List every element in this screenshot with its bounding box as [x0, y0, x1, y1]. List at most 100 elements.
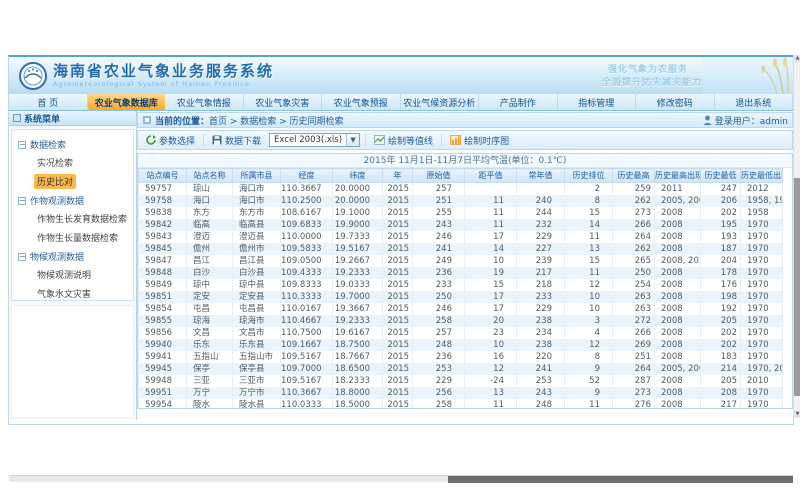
table-cell: 2015	[383, 315, 413, 327]
table-cell: 2008	[655, 327, 701, 339]
column-header[interactable]: 历史排位	[565, 169, 613, 183]
table-row[interactable]: 59838东方东方市108.616719.1000201525511244152…	[139, 207, 783, 219]
table-cell: 琼中县	[233, 279, 281, 291]
table-cell: 2	[565, 183, 613, 196]
column-header[interactable]: 站点编号	[139, 169, 187, 183]
tree-node[interactable]: −作物观测数据	[18, 194, 133, 207]
tree-leaf[interactable]: 物候观测说明	[34, 267, 94, 282]
table-row[interactable]: 59851定安定安县110.333319.7000201525017233102…	[139, 291, 783, 303]
table-row[interactable]: 59954陵水陵水县110.033318.5000201525811248112…	[139, 399, 783, 409]
export-format-select[interactable]: Excel 2003(.xls) ▼	[269, 133, 360, 147]
table-cell: 澄迈	[187, 231, 233, 243]
table-cell: 13	[465, 387, 517, 399]
collapse-icon[interactable]: −	[18, 141, 26, 149]
sidebar-empty-panel	[11, 305, 134, 418]
horizontal-scrollbar[interactable]	[9, 475, 793, 482]
table-row[interactable]: 59758海口海口市110.250020.0000201525111240826…	[139, 195, 783, 207]
collapse-icon[interactable]: −	[18, 253, 26, 261]
column-header[interactable]: 常年值	[517, 169, 565, 183]
table-cell: 2005, 2008	[655, 195, 701, 207]
table-row[interactable]: 59849琼中琼中县109.833319.0333201523315218122…	[139, 279, 783, 291]
table-row[interactable]: 59940乐东乐东县109.166718.7500201524810238122…	[139, 339, 783, 351]
table-row[interactable]: 59848白沙白沙县109.433319.2333201523619217112…	[139, 267, 783, 279]
app-window: 海南省农业气象业务服务系统 Agrometeorological System …	[8, 55, 794, 425]
banner: 海南省农业气象业务服务系统 Agrometeorological System …	[9, 57, 793, 94]
table-cell: 1970	[741, 243, 783, 255]
table-cell: 240	[517, 195, 565, 207]
column-header[interactable]: 历史最高出现年份	[655, 169, 701, 183]
table-row[interactable]: 59951万宁万宁市110.366718.8000201525613243927…	[139, 387, 783, 399]
tree-leaf[interactable]: 气象水文灾害	[34, 286, 94, 301]
breadcrumb[interactable]: 首页 > 数据检索 > 历史同期检索	[209, 114, 344, 127]
column-header[interactable]: 经度	[281, 169, 333, 183]
table-row[interactable]: 59855琼海琼海市110.466719.2333201525820238327…	[139, 315, 783, 327]
tree-node[interactable]: −物候观测数据	[18, 250, 133, 263]
table-cell: 2008	[655, 207, 701, 219]
horizontal-scrollbar-thumb[interactable]	[448, 476, 793, 483]
column-header[interactable]: 历史最低	[701, 169, 741, 183]
table-cell: 2015	[383, 219, 413, 231]
column-header[interactable]: 站点名称	[187, 169, 233, 183]
table-cell: 2008	[655, 375, 701, 387]
table-row[interactable]: 59948三亚三亚市109.516718.23332015229-2425352…	[139, 375, 783, 387]
table-cell: 2008	[655, 399, 701, 409]
scroll-down-arrow-icon[interactable]: ▼	[794, 411, 800, 418]
tree-leaf[interactable]: 实况检索	[34, 155, 76, 170]
table-cell: 儋州市	[233, 243, 281, 255]
table-row[interactable]: 59757琼山海口市110.366720.0000201525722592011…	[139, 183, 783, 196]
tree-node[interactable]: −数据检索	[18, 138, 133, 151]
table-cell: 258	[413, 315, 465, 327]
table-cell: 18.7500	[333, 339, 383, 351]
table-row[interactable]: 59941五指山五指山市109.516718.76672015236162208…	[139, 351, 783, 363]
scroll-up-arrow-icon[interactable]: ▲	[794, 55, 800, 62]
table-cell: 白沙	[187, 267, 233, 279]
table-cell: 2010	[741, 375, 783, 387]
vertical-scrollbar-thumb[interactable]	[794, 178, 800, 396]
table-cell: 23	[465, 327, 517, 339]
location-icon	[142, 115, 152, 125]
table-cell: 海口	[187, 195, 233, 207]
table-row[interactable]: 59843澄迈澄迈县110.000019.7333201524617229112…	[139, 231, 783, 243]
column-header[interactable]: 距平值	[465, 169, 517, 183]
nav-item[interactable]: 农业气候资源分析	[401, 94, 480, 110]
table-cell: 110.3333	[281, 291, 333, 303]
nav-item[interactable]: 修改密码	[636, 94, 715, 110]
column-header[interactable]: 原始值	[413, 169, 465, 183]
data-download-button[interactable]: 数据下载	[209, 132, 264, 149]
column-header[interactable]: 历史最高	[613, 169, 655, 183]
table-cell: 1970, 2000	[741, 363, 783, 375]
breadcrumb-label: 当前的位置：	[155, 114, 209, 127]
column-header[interactable]: 历史最低出现年份	[741, 169, 783, 183]
results-table: 站点编号站点名称所属市县经度纬度年原始值距平值常年值历史排位历史最高历史最高出现…	[138, 168, 783, 409]
table-row[interactable]: 59856文昌文昌市110.750019.6167201525723234426…	[139, 327, 783, 339]
nav-item[interactable]: 农业气象数据库	[88, 94, 166, 110]
table-cell: 3	[565, 315, 613, 327]
table-row[interactable]: 59854屯昌屯昌县110.016719.3667201524617229102…	[139, 303, 783, 315]
table-cell: 1970	[741, 327, 783, 339]
table-cell: 15	[565, 255, 613, 267]
vertical-scrollbar[interactable]: ▲ ▼	[793, 55, 800, 418]
table-row[interactable]: 59842临高临高县109.683319.9000201524311232142…	[139, 219, 783, 231]
param-select-button[interactable]: 参数选择	[143, 132, 198, 149]
column-header[interactable]: 纬度	[333, 169, 383, 183]
nav-item[interactable]: 指标管理	[558, 94, 637, 110]
table-cell: 234	[517, 327, 565, 339]
column-header[interactable]: 年	[383, 169, 413, 183]
nav-item[interactable]: 退出系统	[715, 94, 794, 110]
table-row[interactable]: 59845儋州儋州市109.583319.5167201524114227132…	[139, 243, 783, 255]
tree-leaf[interactable]: 作物生长发育数据检索	[34, 211, 130, 226]
draw-isoline-button[interactable]: 绘制等值线	[371, 132, 436, 149]
nav-item[interactable]: 农业气象灾害	[244, 94, 323, 110]
nav-item[interactable]: 农业气象情报	[165, 94, 244, 110]
draw-timeseries-button[interactable]: 绘制时序图	[447, 132, 512, 149]
nav-item[interactable]: 产品制作	[479, 94, 558, 110]
table-cell: 195	[701, 219, 741, 231]
table-row[interactable]: 59945保亭保亭县109.700018.6500201525312241926…	[139, 363, 783, 375]
collapse-icon[interactable]: −	[18, 197, 26, 205]
tree-leaf[interactable]: 作物生长量数据检索	[34, 230, 121, 245]
column-header[interactable]: 所属市县	[233, 169, 281, 183]
nav-item[interactable]: 农业气象预报	[322, 94, 401, 110]
table-row[interactable]: 59847昌江昌江县109.050019.2667201524910239152…	[139, 255, 783, 267]
nav-item[interactable]: 首 页	[9, 94, 88, 110]
tree-leaf[interactable]: 历史比对	[34, 174, 76, 189]
